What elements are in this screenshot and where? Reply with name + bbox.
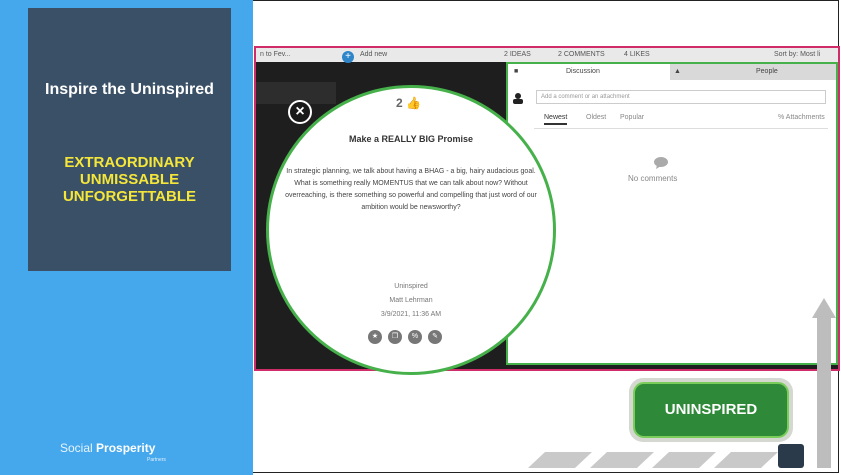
chevron-2	[590, 452, 654, 468]
vertical-arrow-shaft	[817, 318, 831, 468]
chevron-4	[714, 452, 778, 468]
chevron-3	[652, 452, 716, 468]
navy-block	[778, 444, 804, 468]
uninspired-badge-label: UNINSPIRED	[633, 382, 789, 438]
up-arrow-head	[812, 298, 836, 318]
chevron-1	[528, 452, 592, 468]
uninspired-badge: UNINSPIRED	[629, 378, 793, 442]
